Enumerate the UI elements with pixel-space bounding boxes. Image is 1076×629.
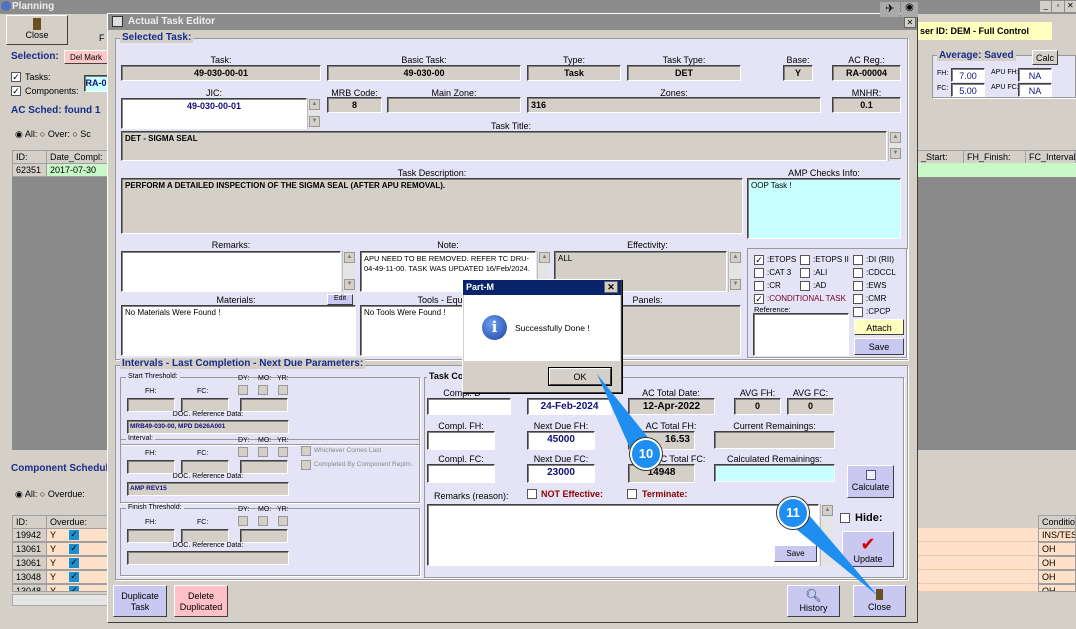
callout-10: 10 <box>630 438 662 470</box>
callout-11: 11 <box>777 497 809 529</box>
callout-10-pointer <box>597 374 650 448</box>
callout-pointers <box>597 374 878 596</box>
